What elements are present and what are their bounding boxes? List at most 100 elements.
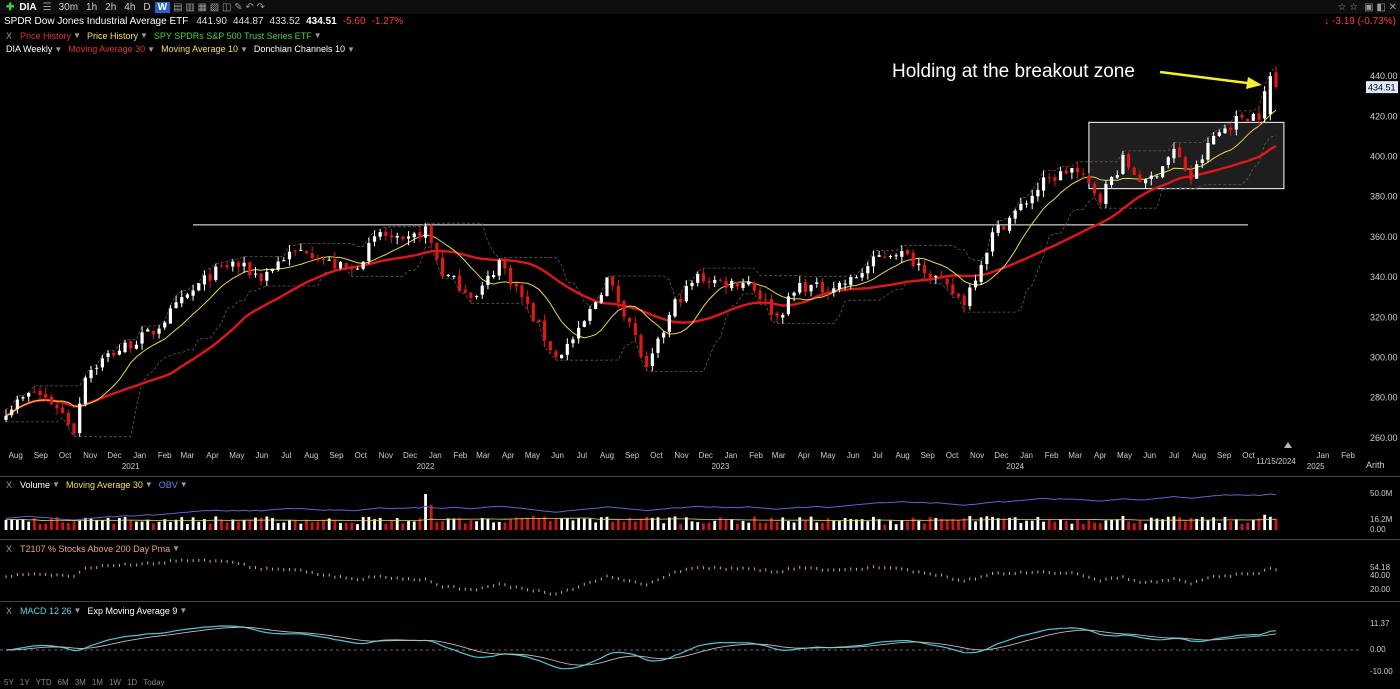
list-icon[interactable]: ☰	[40, 2, 55, 13]
volume-chart[interactable]: 50.0M 16.2M0.00	[0, 490, 1400, 538]
range-1w[interactable]: 1W	[109, 678, 121, 687]
candle-body	[1098, 193, 1102, 203]
candle-body	[185, 294, 190, 298]
obv-label[interactable]: OBV	[159, 480, 178, 490]
volume-bar	[622, 521, 626, 530]
close-breadth-icon[interactable]: X	[0, 544, 20, 554]
candle-body	[599, 295, 603, 303]
window-controls-icon[interactable]: ▣ ◧ ✕	[1361, 2, 1400, 13]
breadth-label[interactable]: T2107 % Stocks Above 200 Day Pma	[20, 544, 170, 554]
candle-body	[129, 341, 133, 349]
candle-body	[656, 338, 660, 353]
volume-bar	[650, 517, 654, 530]
candle-body	[1257, 113, 1261, 120]
macd-chart[interactable]: 11.37 0.00 -10.00	[0, 614, 1400, 676]
chevron-down-icon[interactable]: ▼	[71, 31, 87, 40]
range-selector: 5Y 1Y YTD 6M 3M 1M 1W 1D Today	[4, 678, 165, 687]
chevron-down-icon[interactable]: ▼	[143, 480, 159, 489]
candle-body	[508, 267, 513, 285]
volume-bar	[1274, 518, 1278, 530]
volume-ma-label[interactable]: Moving Average 30	[66, 480, 143, 490]
interval-d[interactable]: D	[139, 2, 154, 13]
instrument-name: SPDR Dow Jones Industrial Average ETF	[4, 16, 189, 27]
range-5y[interactable]: 5Y	[4, 678, 14, 687]
volume-bar	[1053, 521, 1057, 530]
range-1y[interactable]: 1Y	[20, 678, 30, 687]
candle-body	[684, 285, 688, 302]
candle-body	[526, 296, 530, 304]
date-axis-year: 2025	[1307, 462, 1325, 471]
candle-body	[616, 285, 620, 303]
volume-label[interactable]: Volume	[20, 480, 50, 490]
chevron-down-icon[interactable]: ▼	[145, 45, 161, 54]
volume-bar	[798, 517, 802, 530]
candle-body	[730, 280, 734, 289]
date-axis-month: Jun	[255, 451, 268, 460]
price-axis-label: 380.00	[1370, 192, 1398, 202]
candle-body	[588, 308, 592, 321]
volume-bar	[333, 520, 337, 530]
volume-bar	[1030, 520, 1034, 530]
price-axis-label: 320.00	[1370, 312, 1398, 322]
candle-body	[662, 332, 666, 338]
chevron-down-icon[interactable]: ▼	[52, 45, 68, 54]
volume-bar	[781, 517, 785, 530]
interval-4h[interactable]: 4h	[120, 2, 139, 13]
range-today[interactable]: Today	[143, 678, 164, 687]
chevron-down-icon[interactable]: ▼	[178, 480, 194, 489]
volume-bar	[1098, 523, 1102, 530]
range-6m[interactable]: 6M	[58, 678, 69, 687]
breadth-chart[interactable]: 54.1840.0020.00	[0, 554, 1400, 600]
range-ytd[interactable]: YTD	[36, 678, 52, 687]
date-axis-month: Nov	[674, 451, 688, 460]
overlay-price-history-2[interactable]: Price History	[87, 31, 138, 41]
symbol-input[interactable]: DIA	[16, 2, 39, 13]
volume-bar	[662, 523, 666, 530]
add-icon[interactable]: ✚	[0, 2, 16, 13]
overlay-price-history-1[interactable]: Price History	[20, 31, 71, 41]
chevron-down-icon[interactable]: ▼	[312, 31, 328, 40]
chevron-down-icon[interactable]: ▼	[238, 45, 254, 54]
range-3m[interactable]: 3M	[75, 678, 86, 687]
candle-body	[854, 277, 859, 279]
study-ma30[interactable]: Moving Average 30	[68, 44, 145, 54]
interval-30m[interactable]: 30m	[55, 2, 82, 13]
interval-2h[interactable]: 2h	[101, 2, 120, 13]
chevron-down-icon[interactable]: ▼	[170, 544, 186, 553]
candle-body	[282, 260, 286, 262]
scale-mode[interactable]: Arith	[1366, 460, 1385, 470]
range-1m[interactable]: 1M	[92, 678, 103, 687]
volume-bar	[220, 519, 223, 530]
overlay-spy[interactable]: SPY SPDRs S&P 500 Trust Series ETF	[154, 31, 312, 41]
candle-body	[327, 259, 331, 261]
volume-bar	[1178, 517, 1182, 530]
candle-body	[474, 296, 479, 298]
price-chart[interactable]: 440.00 420.00 400.00 380.00 360.00 340.00 320.…	[0, 56, 1400, 476]
candle-body	[180, 297, 184, 304]
price-axis[interactable]: 440.00 420.00 400.00 380.00 360.00 340.00 320.…	[1366, 71, 1398, 443]
candle-body	[1019, 203, 1023, 210]
star-icon[interactable]: ☆ ☆	[1334, 2, 1361, 13]
chart-label[interactable]: DIA Weekly	[0, 44, 52, 54]
study-donchian[interactable]: Donchian Channels 10	[254, 44, 345, 54]
drawing-tools-icon[interactable]: ▤ ▥ ▦ ▧ ◫ ✎ ↶ ↷	[170, 2, 268, 13]
candle-body	[242, 262, 246, 267]
chevron-down-icon[interactable]: ▼	[138, 31, 154, 40]
candle-body	[344, 262, 348, 268]
interval-1h[interactable]: 1h	[82, 2, 101, 13]
interval-w[interactable]: W	[154, 1, 171, 13]
volume-bar	[350, 522, 354, 530]
close-volume-icon[interactable]: X	[0, 480, 20, 490]
chevron-down-icon[interactable]: ▼	[345, 45, 361, 54]
range-1d[interactable]: 1D	[127, 678, 137, 687]
volume-bar	[991, 516, 994, 530]
close-overlay-icon[interactable]: X	[0, 31, 20, 41]
study-ma10[interactable]: Moving Average 10	[161, 44, 238, 54]
date-axis[interactable]: Aug Sep Oct Nov Dec Jan Feb Mar Apr May Jun Jul Aug S…	[9, 442, 1356, 471]
chevron-down-icon[interactable]: ▼	[50, 480, 66, 489]
date-axis-month: Jan	[1020, 451, 1033, 460]
candle-body	[299, 249, 303, 251]
volume-bar	[276, 523, 280, 530]
volume-bar	[1268, 516, 1272, 530]
volume-bar	[752, 516, 756, 530]
